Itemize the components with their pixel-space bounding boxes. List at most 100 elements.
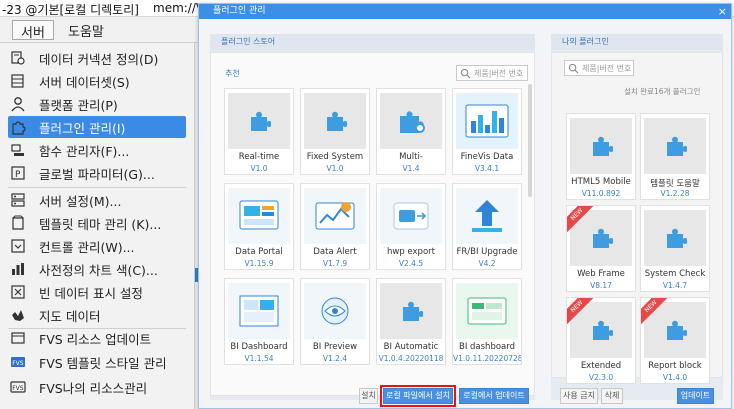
template-theme-icon	[8, 213, 28, 233]
plugin-version: V3.4.1	[474, 164, 500, 173]
dialog-body: 플러그인 스토어 추천 제품|버전 번호 Real-time V1.0 Fixe…	[199, 19, 731, 408]
store-scrollbar[interactable]	[528, 84, 532, 197]
address-text: mem://V	[153, 1, 205, 15]
user-icon	[8, 94, 28, 114]
plugin-thumbnail	[570, 118, 632, 174]
plugin-card[interactable]: hwp export V2.4.5	[376, 183, 446, 270]
plugin-thumbnail	[456, 188, 518, 244]
plugin-thumbnail	[644, 210, 706, 266]
plugin-name: Real-time	[238, 152, 280, 162]
server-settings-icon	[8, 190, 28, 210]
plugin-name: Fixed System	[306, 152, 364, 162]
menu-item-template-theme[interactable]: 템플릿 테마 관리 (K)...	[8, 212, 186, 234]
plugin-version: V1.4.7	[662, 281, 688, 290]
dialog-header: 플러그인 관리 ×	[199, 4, 731, 19]
plugin-version: V11.0.892	[581, 189, 621, 198]
update-button[interactable]: 업데이트	[677, 388, 714, 404]
plugin-card[interactable]: FineVis Data V3.4.1	[452, 88, 522, 175]
menu-item-map-data[interactable]: 지도 데이터	[8, 304, 186, 326]
disable-button[interactable]: 사용 금지	[560, 388, 598, 404]
plugin-version: V1.1.54	[244, 354, 274, 363]
menu-item-platform[interactable]: 플랫폼 관리(P)	[8, 93, 186, 115]
my-plugins-panel: 나의 플러그인 제품|버전 번호 설치 완료16개 플러그인 HTML5 Mob…	[551, 34, 723, 400]
plugin-version: V2.4.5	[398, 259, 424, 268]
bi-preview-icon	[321, 297, 349, 325]
menu-item-server-dataset[interactable]: 서버 데이터셋(S)	[8, 70, 186, 92]
empty-data-icon	[8, 282, 28, 302]
menu-item-global-parameter[interactable]: P 글로벌 파라미터(G)...	[8, 162, 186, 184]
menu-item-function[interactable]: 함수 관리자(F)...	[8, 139, 186, 161]
control-icon	[8, 236, 28, 256]
puzzle-icon	[403, 301, 423, 321]
menu-item-data-connection[interactable]: 데이터 커넥션 정의(D)	[8, 47, 186, 69]
install-from-local-file-button[interactable]: 로컬 파일에서 설치	[380, 385, 456, 407]
search-icon	[460, 68, 471, 78]
plugin-card[interactable]: BI Preview V1.2.4	[300, 278, 370, 365]
installed-plugin-card[interactable]: HTML5 Mobile V11.0.892	[566, 113, 636, 200]
plugin-name: HTML5 Mobile	[571, 177, 631, 187]
plugin-name: Multi-	[399, 152, 423, 162]
svg-text:P: P	[15, 170, 21, 180]
delete-button[interactable]: 삭제	[601, 388, 623, 404]
plugin-card[interactable]: Fixed System V1.0	[300, 88, 370, 175]
plugin-card[interactable]: BI dashboard V1.0.11.20220728	[452, 278, 522, 365]
menu-item-fvs-resource[interactable]: FVS FVS나의 리소스관리	[8, 376, 186, 398]
puzzle-icon	[251, 111, 271, 131]
server-dataset-icon	[8, 71, 28, 91]
menu-item-fvs-update[interactable]: FVS 리소스 업데이트	[8, 327, 186, 349]
plugin-card[interactable]: Multi- V1.4	[376, 88, 446, 175]
installed-plugin-card[interactable]: NEW Report block V1.4.0	[640, 297, 710, 384]
plugin-name: Extended	[580, 361, 622, 371]
plugin-card[interactable]: BI Dashboard V1.1.54	[224, 278, 294, 365]
plugin-card[interactable]: Data Alert V1.7.9	[300, 183, 370, 270]
plugin-thumbnail	[380, 188, 442, 244]
svg-text:FVS: FVS	[12, 385, 24, 392]
update-from-local-button[interactable]: 로컬에서 업데이트	[459, 388, 529, 404]
menu-item-empty-data[interactable]: 빈 데이터 표시 설정	[8, 281, 186, 303]
plugin-version: V1.0	[326, 164, 344, 173]
search-icon	[568, 63, 579, 73]
plugin-version: V1.4	[402, 164, 420, 173]
fvs-update-icon	[8, 328, 28, 348]
menu-item-control[interactable]: 컨트롤 관리(W)...	[8, 235, 186, 257]
data-alert-icon	[315, 202, 355, 230]
menu-server[interactable]: 서버	[12, 20, 54, 41]
plugin-version: V1.2.28	[660, 189, 690, 198]
plugin-name: FR/BI Upgrade	[456, 247, 518, 257]
plugin-name: BI dashboard	[458, 342, 515, 352]
panel-title: 플러그인 스토어	[210, 34, 535, 50]
plugin-name: 템플릿 도움말	[650, 179, 700, 189]
installed-plugin-card[interactable]: NEW Extended V2.3.0	[566, 297, 636, 384]
close-icon[interactable]: ×	[718, 4, 727, 19]
installed-plugin-card[interactable]: 템플릿 도움말 V1.2.28	[640, 113, 710, 200]
plugin-thumbnail	[456, 283, 518, 339]
installed-plugin-card[interactable]: NEW Web Frame V8.17	[566, 205, 636, 292]
plugin-thumbnail	[304, 188, 366, 244]
plugin-card[interactable]: BI Automatic V1.0.4.20220118	[376, 278, 446, 365]
store-search-input[interactable]: 제품|버전 번호	[456, 65, 528, 81]
menu-item-chart-color[interactable]: 사전정의 차트 색(C)...	[8, 258, 186, 280]
plugin-card[interactable]: FR/BI Upgrade V4.2	[452, 183, 522, 270]
menu-item-server-settings[interactable]: 서버 설정(M)...	[8, 189, 186, 211]
menu-item-plugin-manage[interactable]: 플러그인 관리(I)	[8, 116, 186, 138]
section-recommended: 추천	[225, 69, 240, 78]
install-button[interactable]: 설치	[359, 388, 378, 404]
plugin-version: V1.0	[250, 164, 268, 173]
menu-help[interactable]: 도움말	[60, 20, 112, 40]
my-plugins-search-input[interactable]: 제품|버전 번호	[564, 60, 634, 76]
menu-item-label: 플러그인 관리(I)	[39, 120, 126, 136]
plugin-version: V1.15.9	[244, 259, 274, 268]
installed-plugin-card[interactable]: System Check V1.4.7	[640, 205, 710, 292]
plugin-version: V1.7.9	[322, 259, 348, 268]
upgrade-icon	[472, 200, 502, 232]
menu-item-label: FVS 리소스 업데이트	[39, 331, 152, 347]
bi-dashboard-icon	[239, 295, 279, 327]
plugin-card[interactable]: Data Portal V1.15.9	[224, 183, 294, 270]
menu-item-fvs-template[interactable]: FVS FVS 템플릿 스타일 관리	[8, 351, 186, 373]
fvs-template-icon: FVS	[8, 352, 28, 372]
menu-item-label: 템플릿 테마 관리 (K)...	[39, 216, 162, 232]
plugin-version: V1.0.4.20220118	[378, 354, 444, 363]
plugin-name: hwp export	[387, 247, 435, 257]
plugin-name: BI Automatic	[383, 342, 439, 352]
plugin-card[interactable]: Real-time V1.0	[224, 88, 294, 175]
